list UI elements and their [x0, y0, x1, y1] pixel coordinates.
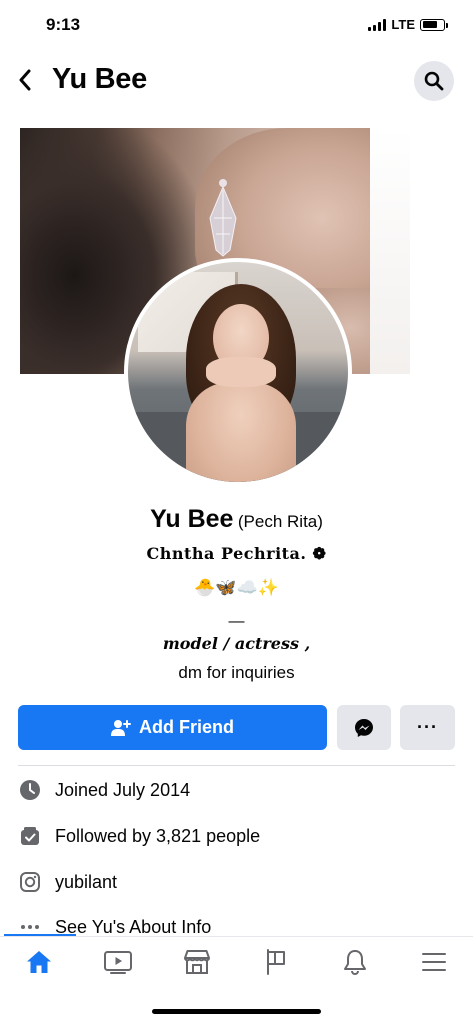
search-icon — [424, 71, 444, 91]
video-icon — [104, 950, 133, 974]
tab-menu[interactable] — [394, 937, 473, 986]
flag-icon — [266, 948, 285, 975]
add-person-icon — [111, 719, 131, 736]
info-text: See Yu's About Info — [55, 916, 212, 937]
info-instagram[interactable]: yubilant — [18, 869, 455, 895]
bio-contact: dm for inquiries — [178, 663, 295, 682]
home-indicator — [152, 1009, 321, 1014]
tab-notifications[interactable] — [315, 937, 394, 986]
battery-level — [422, 21, 437, 28]
bio-dash: — — [228, 613, 245, 630]
info-text: Followed by 3,821 people — [55, 825, 261, 846]
info-text: Joined July 2014 — [55, 779, 191, 800]
page-title: Yu Bee — [52, 63, 147, 95]
profile-name: Yu Bee — [150, 505, 234, 533]
marketplace-icon — [184, 949, 211, 974]
more-dots-icon: ··· — [417, 717, 438, 737]
tab-marketplace[interactable] — [158, 937, 237, 986]
bell-icon — [343, 949, 366, 975]
menu-icon — [421, 952, 446, 971]
home-icon — [27, 950, 52, 973]
chevron-left-icon — [19, 69, 31, 91]
bio-line-1: Chntha Pechrita. ❁ — [146, 544, 327, 563]
avatar-body — [186, 382, 296, 482]
status-indicators: LTE — [368, 17, 448, 32]
tab-pages[interactable] — [236, 937, 315, 986]
profile-picture[interactable] — [124, 258, 352, 486]
followers-icon — [18, 825, 41, 848]
info-joined: Joined July 2014 — [18, 777, 455, 803]
signal-icon — [368, 18, 387, 31]
info-followers[interactable]: Followed by 3,821 people — [18, 823, 455, 849]
tab-home[interactable] — [0, 937, 79, 986]
tab-watch[interactable] — [79, 937, 158, 986]
add-friend-label: Add Friend — [139, 717, 234, 737]
cover-background — [370, 128, 410, 374]
profile-name-line: Yu Bee (Pech Rita) — [0, 505, 473, 534]
profile-header: Yu Bee — [0, 55, 473, 107]
battery-icon — [420, 18, 448, 31]
status-bar: 9:13 LTE — [0, 0, 473, 50]
divider — [18, 765, 455, 766]
alternate-name: (Pech Rita) — [237, 512, 323, 531]
instagram-icon — [18, 871, 41, 894]
tab-bar — [0, 936, 473, 986]
status-time: 9:13 — [46, 15, 81, 34]
messenger-icon — [355, 718, 373, 737]
info-text: yubilant — [55, 871, 118, 892]
earring-illustration — [209, 179, 237, 257]
avatar-hands — [206, 357, 276, 387]
back-button[interactable] — [12, 65, 38, 95]
message-button[interactable] — [337, 705, 391, 750]
bio-emoji: 🐣🦋☁️✨ — [194, 578, 279, 597]
more-options-button[interactable]: ··· — [400, 705, 455, 750]
search-button[interactable] — [414, 61, 454, 101]
clock-icon — [18, 779, 41, 802]
add-friend-button[interactable]: Add Friend — [18, 705, 327, 750]
avatar — [128, 262, 348, 482]
network-label: LTE — [391, 17, 415, 32]
bio-role: model / actress , — [162, 634, 311, 653]
